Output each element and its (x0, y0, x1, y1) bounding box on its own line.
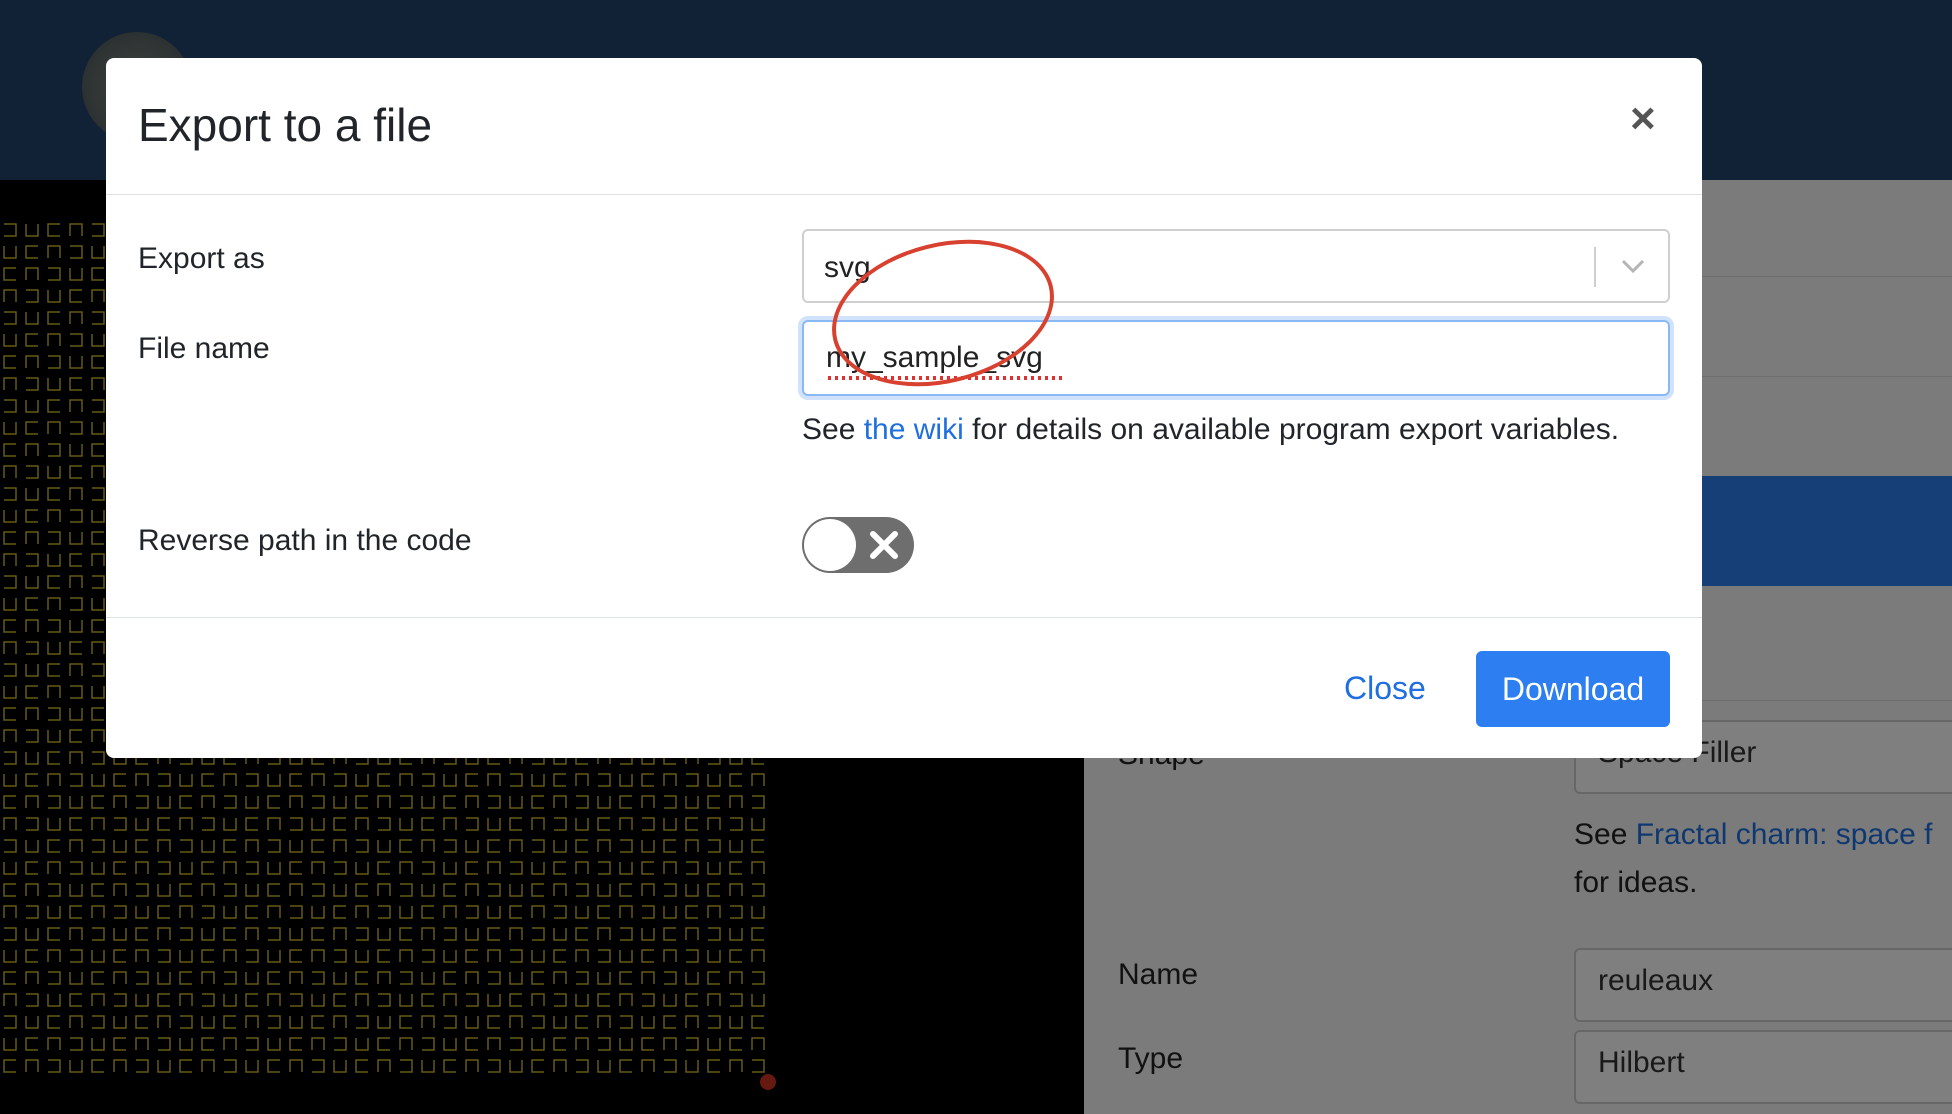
help-prefix: See (802, 413, 864, 446)
export-as-label: Export as (138, 242, 265, 275)
modal-title: Export to a file (138, 99, 433, 151)
close-icon[interactable]: × (1630, 94, 1656, 144)
help-suffix: for details on available program export … (963, 413, 1620, 446)
modal-footer-divider (106, 617, 1702, 618)
export-modal: Export to a file × Export as svg File na… (106, 58, 1702, 758)
chevron-down-icon[interactable] (1620, 255, 1646, 282)
export-format-select[interactable]: svg (802, 229, 1670, 303)
toggle-knob (804, 519, 856, 571)
reverse-path-toggle[interactable] (802, 517, 914, 573)
close-button[interactable]: Close (1344, 670, 1426, 707)
select-separator (1594, 247, 1596, 287)
file-name-label: File name (138, 332, 270, 365)
spellcheck-underline (828, 376, 1064, 380)
file-name-help: See the wiki for details on available pr… (802, 406, 1622, 454)
download-button[interactable]: Download (1476, 651, 1670, 727)
export-format-value: svg (824, 251, 871, 284)
file-name-input[interactable] (802, 320, 1670, 396)
toggle-x-icon (866, 527, 902, 568)
wiki-link[interactable]: the wiki (864, 413, 964, 446)
modal-header-divider (106, 194, 1702, 195)
reverse-path-label: Reverse path in the code (138, 524, 472, 557)
